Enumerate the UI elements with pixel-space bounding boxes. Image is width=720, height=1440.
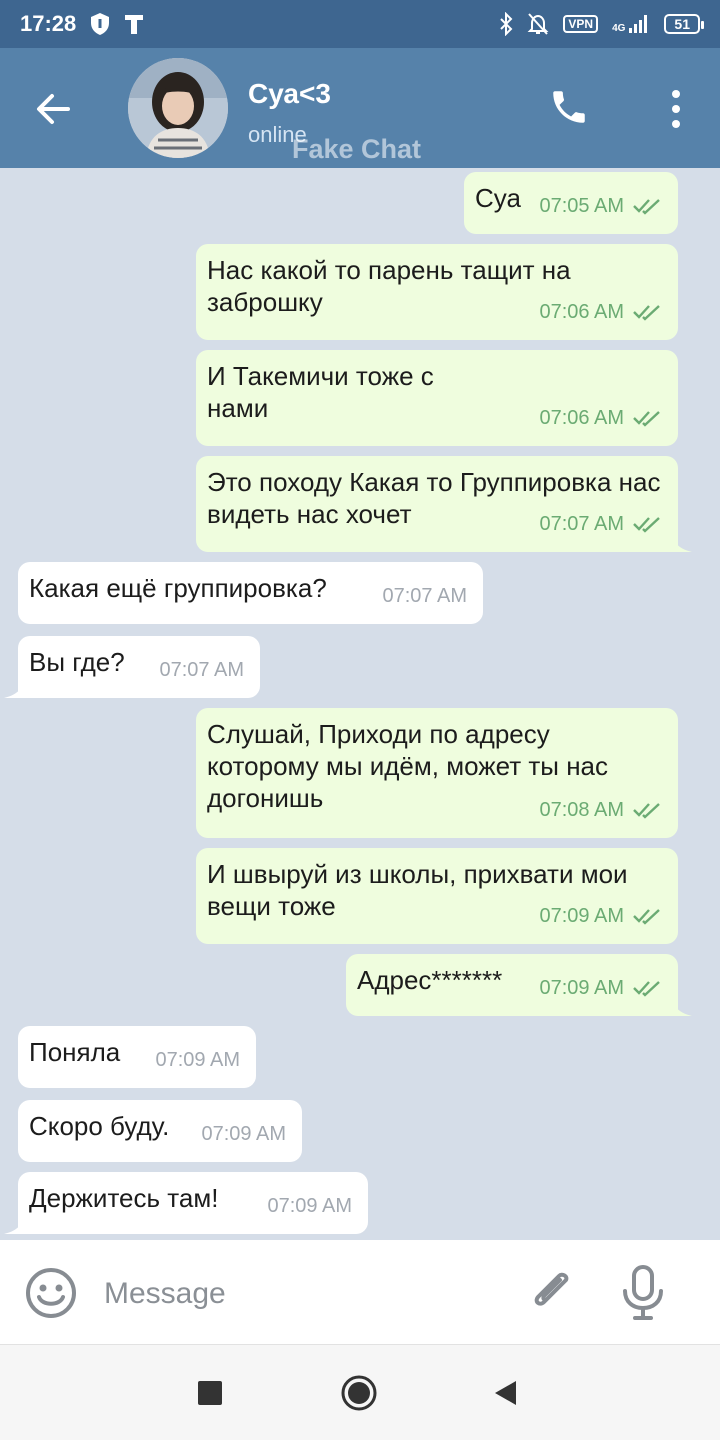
message-meta: 07:07 AM [382, 580, 467, 612]
battery-indicator: 51 [664, 14, 704, 34]
composer [0, 1240, 720, 1344]
signal-icon [629, 15, 648, 33]
message-meta: 07:08 AM [539, 794, 662, 826]
message-text: Нас какой то парень тащит на заброшку [207, 255, 571, 317]
message-text: Скоро буду. [29, 1111, 170, 1141]
message-incoming[interactable]: Поняла 07:09 AM [18, 1026, 256, 1088]
chat-title[interactable]: Суа<3 [248, 78, 331, 110]
message-time: 07:07 AM [382, 585, 467, 607]
double-check-icon [633, 909, 660, 925]
message-time: 07:08 AM [539, 799, 624, 821]
message-meta: 07:09 AM [539, 900, 662, 932]
avatar-image [128, 58, 228, 158]
system-nav-bar [0, 1344, 720, 1440]
t-icon [125, 15, 144, 34]
message-outgoing[interactable]: Это походу Какая то Группировка нас виде… [196, 456, 692, 552]
bluetooth-icon [500, 12, 513, 36]
message-time: 07:09 AM [267, 1195, 352, 1217]
shield-icon [91, 13, 110, 35]
double-check-icon [633, 305, 660, 321]
message-text: Какая ещё группировка? [29, 573, 327, 603]
message-meta: 07:09 AM [155, 1044, 240, 1076]
message-meta: 07:07 AM [539, 508, 662, 540]
mute-bell-icon [527, 13, 549, 35]
back-arrow-icon [37, 94, 70, 124]
chat-header: Суа<3 online Fake Chat [0, 48, 720, 168]
more-vertical-icon [672, 90, 680, 128]
message-incoming[interactable]: Вы где? 07:07 AM [4, 636, 260, 698]
message-meta: 07:09 AM [201, 1118, 286, 1150]
message-meta: 07:06 AM [539, 402, 662, 434]
message-time: 07:07 AM [539, 513, 624, 535]
double-check-icon [633, 803, 660, 819]
network-type: 4G [612, 23, 626, 34]
double-check-icon [633, 199, 660, 215]
bubble-tail [672, 534, 692, 552]
message-time: 07:06 AM [539, 407, 624, 429]
message-text: Поняла [29, 1037, 121, 1067]
message-text: Держитесь там! [29, 1183, 219, 1213]
message-time: 07:05 AM [539, 195, 624, 217]
message-incoming[interactable]: Скоро буду. 07:09 AM [18, 1100, 302, 1162]
message-time: 07:09 AM [155, 1049, 240, 1071]
message-outgoing[interactable]: Нас какой то парень тащит на заброшку 07… [196, 244, 678, 340]
message-time: 07:09 AM [539, 905, 624, 927]
message-outgoing[interactable]: И швыруй из школы, прихвати мои вещи тож… [196, 848, 678, 944]
message-text: Вы где? [29, 647, 125, 677]
message-meta: 07:09 AM [267, 1190, 352, 1222]
message-outgoing[interactable]: Суа 07:05 AM [464, 172, 678, 234]
bubble-tail [4, 1216, 24, 1234]
phone-icon [553, 91, 585, 123]
network-indicator: 4G [612, 14, 650, 34]
more-button[interactable] [664, 88, 688, 130]
emoji-button[interactable] [24, 1266, 78, 1320]
call-button[interactable] [548, 86, 590, 128]
status-time: 17:28 [20, 11, 77, 36]
message-input[interactable] [104, 1274, 504, 1314]
status-left: 17:28 [20, 11, 144, 37]
status-right: VPN 4G 51 [499, 12, 704, 36]
message-time: 07:06 AM [539, 301, 624, 323]
message-meta: 07:09 AM [539, 972, 662, 1004]
attach-button[interactable] [526, 1266, 580, 1320]
message-outgoing[interactable]: И Такемичи тоже с нами 07:06 AM [196, 350, 678, 446]
message-incoming[interactable]: Какая ещё группировка? 07:07 AM [18, 562, 483, 624]
microphone-icon [623, 1265, 663, 1320]
home-icon[interactable] [340, 1374, 378, 1412]
avatar[interactable] [128, 58, 228, 158]
emoji-icon [26, 1268, 76, 1318]
message-list[interactable]: Суа 07:05 AM Нас какой то парень тащит н… [0, 168, 720, 1240]
voice-button[interactable] [618, 1264, 668, 1322]
back-triangle-icon[interactable] [494, 1380, 518, 1406]
double-check-icon [633, 981, 660, 997]
message-meta: 07:05 AM [539, 190, 662, 222]
message-time: 07:09 AM [201, 1123, 286, 1145]
double-check-icon [633, 411, 660, 427]
status-bar: 17:28 VPN 4G 51 [0, 0, 720, 48]
double-check-icon [633, 517, 660, 533]
message-text: И Такемичи тоже с нами [207, 361, 434, 423]
bubble-tail [4, 680, 24, 698]
message-time: 07:07 AM [159, 659, 244, 681]
message-time: 07:09 AM [539, 977, 624, 999]
bubble-tail [672, 998, 692, 1016]
watermark: Fake Chat [292, 134, 422, 164]
message-outgoing[interactable]: Слушай, Приходи по адресу которому мы ид… [196, 708, 678, 838]
message-meta: 07:07 AM [159, 654, 244, 686]
vpn-badge: VPN [563, 15, 599, 33]
message-incoming[interactable]: Держитесь там! 07:09 AM [4, 1172, 368, 1234]
message-meta: 07:06 AM [539, 296, 662, 328]
back-button[interactable] [30, 86, 76, 132]
paperclip-icon [534, 1272, 569, 1306]
recents-icon[interactable] [198, 1381, 222, 1405]
message-outgoing[interactable]: Адрес******* 07:09 AM [346, 954, 692, 1016]
message-text: Адрес******* [357, 965, 503, 995]
message-text: Суа [475, 183, 521, 213]
